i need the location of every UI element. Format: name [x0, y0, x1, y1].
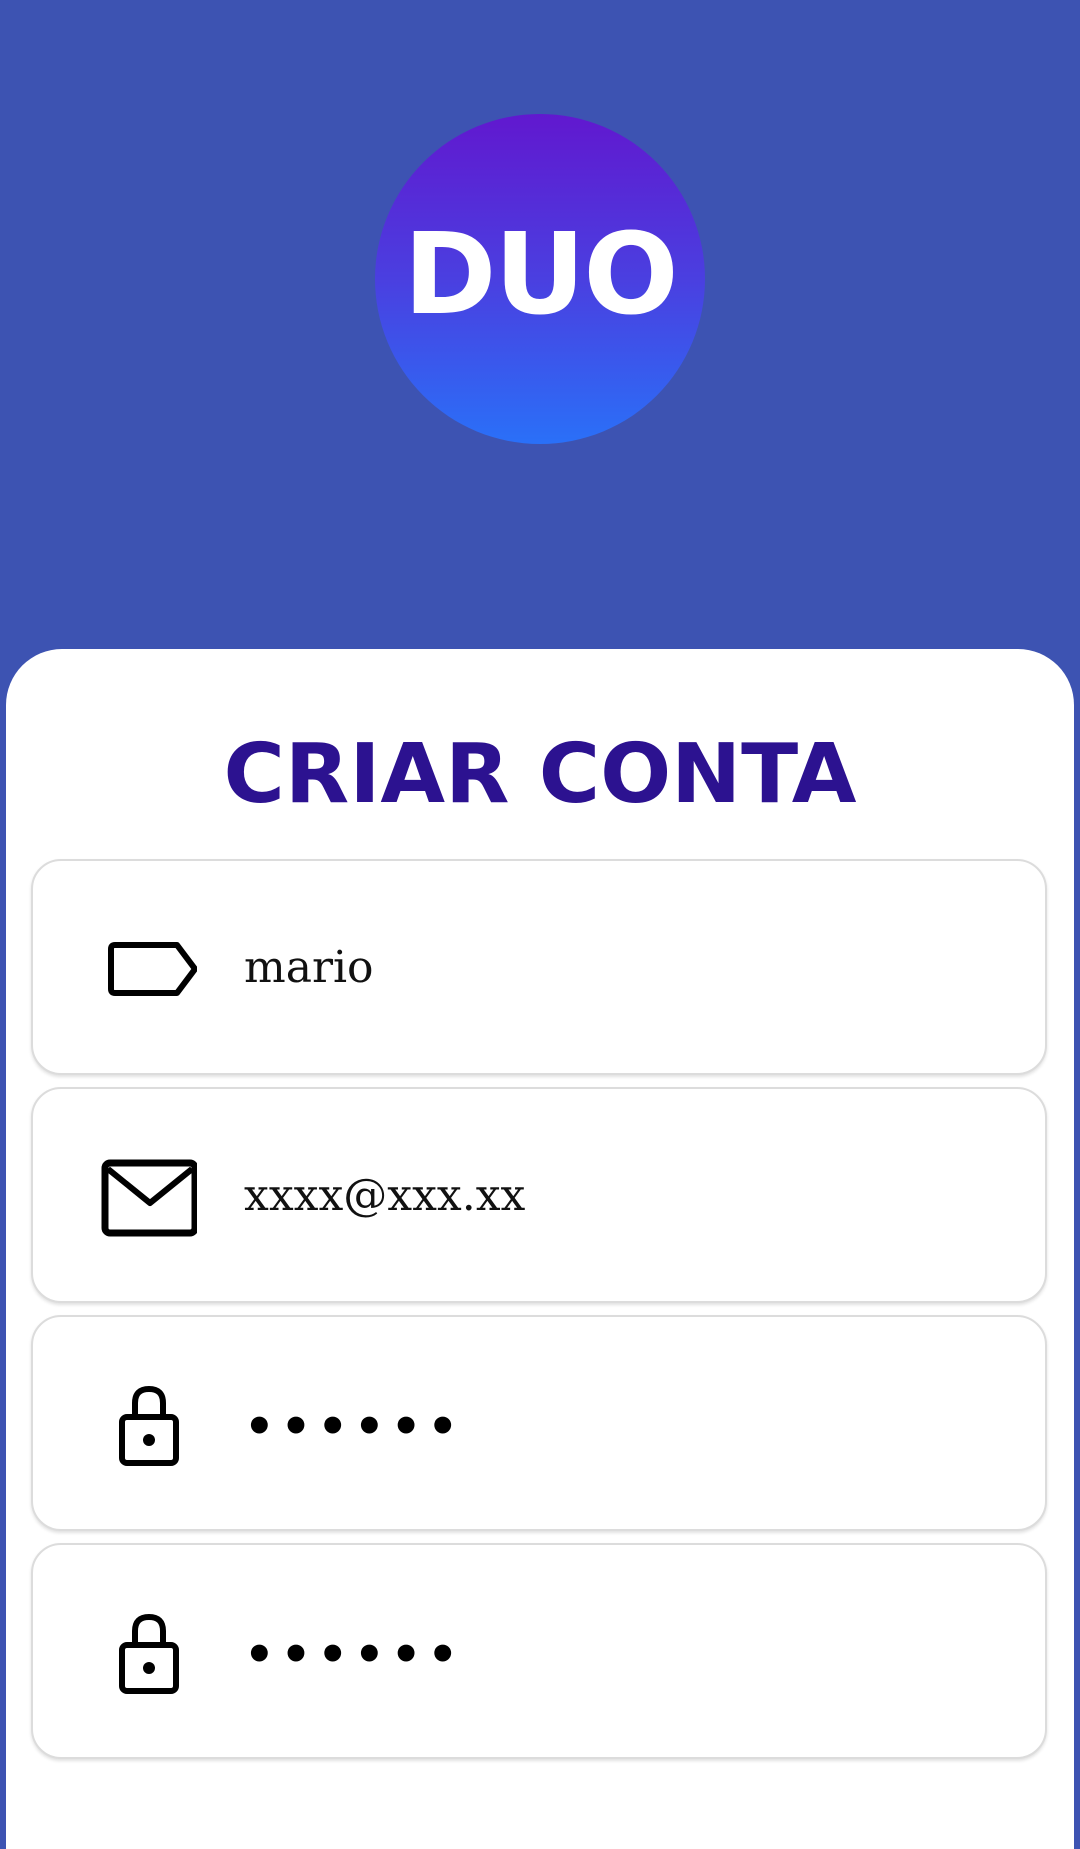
app-logo: DUO [375, 114, 705, 444]
mail-icon [101, 1153, 199, 1241]
lock-icon [101, 1381, 197, 1469]
label-tag-icon [101, 925, 198, 1013]
name-input-value[interactable]: mario [244, 861, 374, 1073]
email-field[interactable]: xxxx@xxx.xx [31, 1087, 1047, 1303]
signup-card: CRIAR CONTA mario xxxx@xxx.xx •••••• •••… [6, 649, 1074, 1849]
password-field[interactable]: •••••• [31, 1315, 1047, 1531]
lock-icon [101, 1609, 197, 1697]
confirm-password-field[interactable]: •••••• [31, 1543, 1047, 1759]
confirm-password-input-value[interactable]: •••••• [244, 1545, 464, 1761]
password-input-value[interactable]: •••••• [244, 1317, 464, 1533]
name-field[interactable]: mario [31, 859, 1047, 1075]
form-title: CRIAR CONTA [223, 727, 857, 822]
logo-text: DUO [403, 210, 678, 340]
email-input-value[interactable]: xxxx@xxx.xx [244, 1089, 525, 1301]
